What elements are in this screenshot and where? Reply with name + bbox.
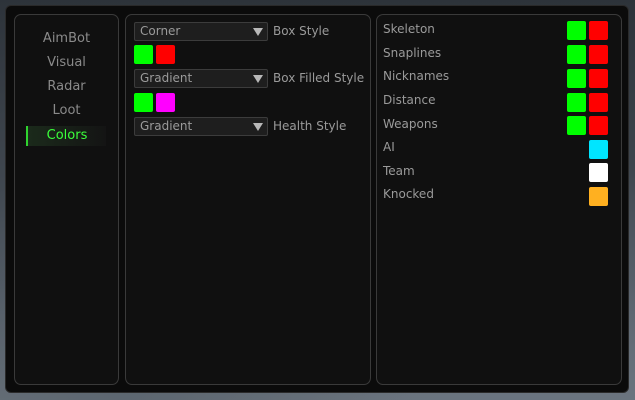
box-style-value: Corner xyxy=(140,24,181,38)
nicknames-color-1[interactable] xyxy=(567,69,586,88)
style-settings-panel: Corner Box Style Gradient Box Filled Sty… xyxy=(125,14,371,385)
row-label-weapons: Weapons xyxy=(383,117,438,131)
sidebar-item-colors[interactable]: Colors xyxy=(26,126,106,146)
snaplines-color-2[interactable] xyxy=(589,45,608,64)
box-filled-style-label: Box Filled Style xyxy=(273,71,365,85)
health-style-dropdown[interactable]: Gradient xyxy=(134,117,268,136)
box-filled-style-value: Gradient xyxy=(140,71,193,85)
skeleton-color-1[interactable] xyxy=(567,21,586,40)
team-color[interactable] xyxy=(589,163,608,182)
sidebar: AimBot Visual Radar Loot Colors xyxy=(14,14,119,385)
sidebar-item-loot[interactable]: Loot xyxy=(15,101,118,121)
esp-colors-panel: Skeleton Snaplines Nicknames Distance We… xyxy=(376,14,622,385)
row-label-knocked: Knocked xyxy=(383,187,434,201)
row-label-distance: Distance xyxy=(383,93,436,107)
row-label-ai: AI xyxy=(383,140,395,154)
snaplines-color-1[interactable] xyxy=(567,45,586,64)
health-style-value: Gradient xyxy=(140,119,193,133)
row-label-snaplines: Snaplines xyxy=(383,46,442,60)
sidebar-item-visual[interactable]: Visual xyxy=(15,53,118,73)
sidebar-item-aimbot[interactable]: AimBot xyxy=(15,29,118,49)
box-style-color-2[interactable] xyxy=(156,45,175,64)
menu-window: AimBot Visual Radar Loot Colors Corner B… xyxy=(5,5,629,393)
health-style-label: Health Style xyxy=(273,119,347,133)
weapons-color-1[interactable] xyxy=(567,116,586,135)
distance-color-2[interactable] xyxy=(589,93,608,112)
skeleton-color-2[interactable] xyxy=(589,21,608,40)
row-label-team: Team xyxy=(383,164,415,178)
box-style-color-1[interactable] xyxy=(134,45,153,64)
weapons-color-2[interactable] xyxy=(589,116,608,135)
row-label-nicknames: Nicknames xyxy=(383,69,450,83)
box-filled-style-dropdown[interactable]: Gradient xyxy=(134,69,268,88)
row-label-skeleton: Skeleton xyxy=(383,22,435,36)
dropdown-arrow-icon xyxy=(253,123,263,131)
box-filled-color-2[interactable] xyxy=(156,93,175,112)
dropdown-arrow-icon xyxy=(253,75,263,83)
box-style-dropdown[interactable]: Corner xyxy=(134,22,268,41)
knocked-color[interactable] xyxy=(589,187,608,206)
ai-color[interactable] xyxy=(589,140,608,159)
distance-color-1[interactable] xyxy=(567,93,586,112)
box-filled-color-1[interactable] xyxy=(134,93,153,112)
sidebar-item-radar[interactable]: Radar xyxy=(15,77,118,97)
box-style-label: Box Style xyxy=(273,24,330,38)
dropdown-arrow-icon xyxy=(253,28,263,36)
nicknames-color-2[interactable] xyxy=(589,69,608,88)
